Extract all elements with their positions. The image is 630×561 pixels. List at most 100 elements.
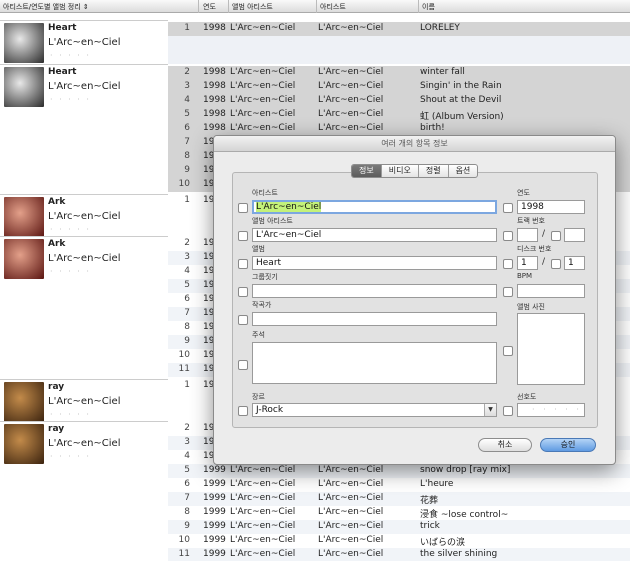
comments-field[interactable] <box>252 342 497 384</box>
group-artist: L'Arc~en~Ciel <box>48 81 121 92</box>
track-number-cell: 8 <box>184 322 190 332</box>
tab-sorting[interactable]: 정렬 <box>417 165 448 177</box>
bpm-field[interactable] <box>517 284 585 298</box>
album-field[interactable]: Heart <box>252 256 497 270</box>
composer-checkbox[interactable] <box>238 315 248 325</box>
name-column-header[interactable]: 이름 <box>422 2 435 12</box>
column-divider[interactable] <box>418 0 419 13</box>
album-artist-field[interactable]: L'Arc~en~Ciel <box>252 228 497 242</box>
rating-checkbox[interactable] <box>503 406 513 416</box>
album-artist-checkbox[interactable] <box>238 231 248 241</box>
title-cell: LORELEY <box>420 23 460 33</box>
group-rating[interactable]: · · · · · <box>50 51 91 60</box>
album-artist-cell: L'Arc~en~Ciel <box>230 507 296 517</box>
disc-number-checkbox[interactable] <box>503 259 513 269</box>
track-number-checkbox[interactable] <box>503 231 513 241</box>
album-checkbox[interactable] <box>238 259 248 269</box>
track-total-checkbox[interactable] <box>551 231 561 241</box>
album-group[interactable]: Heart L'Arc~en~Ciel · · · · · <box>0 20 168 64</box>
album-art-thumbnail <box>4 197 44 237</box>
tab-video[interactable]: 비디오 <box>380 165 418 177</box>
track-number-field[interactable] <box>517 228 538 242</box>
album-group[interactable]: Heart L'Arc~en~Ciel · · · · · <box>0 64 168 194</box>
comments-checkbox[interactable] <box>238 360 248 370</box>
table-row[interactable]: 5 1998 L'Arc~en~Ciel L'Arc~en~Ciel 虹 (Album … <box>168 108 630 122</box>
disc-total-field[interactable]: 1 <box>564 256 585 270</box>
year-checkbox[interactable] <box>503 203 513 213</box>
album-art-well[interactable] <box>517 313 585 385</box>
track-number-cell: 3 <box>184 252 190 262</box>
album-artist-cell: L'Arc~en~Ciel <box>230 95 296 105</box>
album-art-thumbnail <box>4 23 44 63</box>
year-cell: 1999 <box>203 493 226 503</box>
table-row[interactable]: 6 1998 L'Arc~en~Ciel L'Arc~en~Ciel birth! <box>168 122 630 136</box>
table-row[interactable]: 2 1998 L'Arc~en~Ciel L'Arc~en~Ciel winter fa… <box>168 66 630 80</box>
table-row[interactable]: 8 1999 L'Arc~en~Ciel L'Arc~en~Ciel 浸食 ~lose … <box>168 506 630 520</box>
track-total-field[interactable] <box>564 228 585 242</box>
artist-checkbox[interactable] <box>238 203 248 213</box>
year-field[interactable]: 1998 <box>517 200 585 214</box>
artist-cell: L'Arc~en~Ciel <box>318 123 384 133</box>
group-rating[interactable]: · · · · · <box>50 410 91 419</box>
grouping-field[interactable] <box>252 284 497 298</box>
title-cell: trick <box>420 521 440 531</box>
year-cell: 1998 <box>203 23 226 33</box>
table-row[interactable]: 9 1999 L'Arc~en~Ciel L'Arc~en~Ciel trick <box>168 520 630 534</box>
table-row[interactable]: 5 1999 L'Arc~en~Ciel L'Arc~en~Ciel snow drop… <box>168 464 630 478</box>
dialog-tabs: 정보 비디오 정렬 옵션 <box>351 164 479 178</box>
composer-field[interactable] <box>252 312 497 326</box>
disc-total-checkbox[interactable] <box>551 259 561 269</box>
album-art-checkbox[interactable] <box>503 346 513 356</box>
year-column-header[interactable]: 연도 <box>203 2 216 12</box>
table-row[interactable]: 4 1998 L'Arc~en~Ciel L'Arc~en~Ciel Shout at … <box>168 94 630 108</box>
album-group[interactable]: ray L'Arc~en~Ciel · · · · · <box>0 379 168 422</box>
group-rating[interactable]: · · · · · <box>50 267 91 276</box>
album-group[interactable]: Ark L'Arc~en~Ciel · · · · · <box>0 236 168 378</box>
grouping-checkbox[interactable] <box>238 287 248 297</box>
ok-button[interactable]: 승인 <box>540 438 596 452</box>
year-cell: 1999 <box>203 507 226 517</box>
album-artist-column-header[interactable]: 앨범 아티스트 <box>232 2 273 12</box>
dialog-title: 여러 개의 항목 정보 <box>214 136 615 152</box>
table-row[interactable]: 1 1998 L'Arc~en~Ciel L'Arc~en~Ciel LORELEY <box>168 22 630 36</box>
album-group[interactable]: ray L'Arc~en~Ciel · · · · · <box>0 421 168 561</box>
track-number-cell: 7 <box>184 137 190 147</box>
table-row[interactable]: 6 1999 L'Arc~en~Ciel L'Arc~en~Ciel L'heure <box>168 478 630 492</box>
disc-number-field[interactable]: 1 <box>517 256 538 270</box>
group-rating[interactable]: · · · · · <box>50 452 91 461</box>
track-number-cell: 9 <box>184 521 190 531</box>
album-group[interactable]: Ark L'Arc~en~Ciel · · · · · <box>0 194 168 237</box>
track-number-cell: 7 <box>184 308 190 318</box>
artist-field[interactable]: L'Arc~en~Ciel <box>252 200 497 214</box>
bpm-checkbox[interactable] <box>503 287 513 297</box>
column-divider[interactable] <box>198 0 199 13</box>
tab-options[interactable]: 옵션 <box>447 165 478 177</box>
artist-cell: L'Arc~en~Ciel <box>318 479 384 489</box>
group-rating[interactable]: · · · · · <box>50 95 91 104</box>
comments-label: 주석 <box>252 331 265 339</box>
rating-field[interactable]: · · · · · <box>517 403 585 417</box>
column-divider[interactable] <box>316 0 317 13</box>
album-art-thumbnail <box>4 239 44 279</box>
group-artist: L'Arc~en~Ciel <box>48 211 121 222</box>
table-row[interactable]: 10 1999 L'Arc~en~Ciel L'Arc~en~Ciel いばらの涙 <box>168 534 630 548</box>
column-divider[interactable] <box>228 0 229 13</box>
album-artist-cell: L'Arc~en~Ciel <box>230 535 296 545</box>
tab-info[interactable]: 정보 <box>352 165 381 177</box>
track-number-cell: 3 <box>184 437 190 447</box>
cancel-button[interactable]: 취소 <box>478 438 532 452</box>
artist-column-header[interactable]: 아티스트 <box>320 2 346 12</box>
album-artist-cell: L'Arc~en~Ciel <box>230 549 296 559</box>
table-row[interactable]: 3 1998 L'Arc~en~Ciel L'Arc~en~Ciel Singin' i… <box>168 80 630 94</box>
table-row[interactable]: 7 1999 L'Arc~en~Ciel L'Arc~en~Ciel 花葬 <box>168 492 630 506</box>
artist-cell: L'Arc~en~Ciel <box>318 81 384 91</box>
sort-column-header[interactable]: 아티스트/연도별 앨범 정리 ⇕ <box>3 2 89 12</box>
genre-value: J-Rock <box>256 405 284 415</box>
group-album-title: Heart <box>48 23 77 33</box>
genre-select[interactable]: J-Rock ▼ <box>252 403 497 417</box>
table-row[interactable]: 11 1999 L'Arc~en~Ciel L'Arc~en~Ciel the silv… <box>168 548 630 561</box>
genre-checkbox[interactable] <box>238 406 248 416</box>
group-rating[interactable]: · · · · · <box>50 225 91 234</box>
group-artist: L'Arc~en~Ciel <box>48 438 121 449</box>
disc-number-label: 디스크 번호 <box>517 245 552 253</box>
